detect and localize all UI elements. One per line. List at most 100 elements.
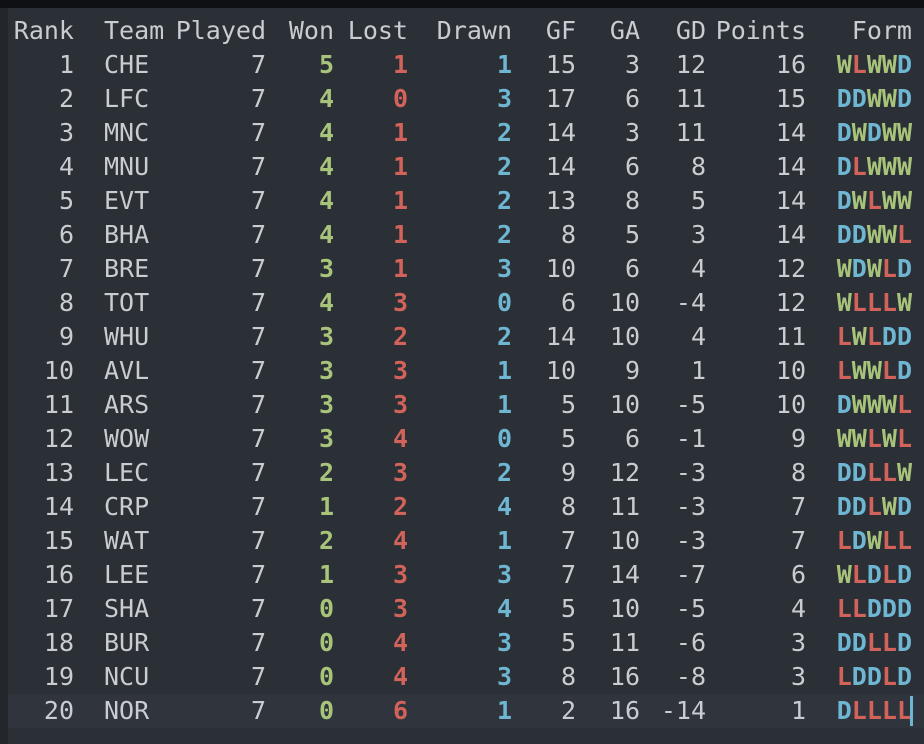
cell-ga: 10 [609, 526, 640, 555]
header-gd: GD [675, 16, 706, 45]
cell-lost: 1 [392, 118, 408, 147]
table-row[interactable]: 4 MNU 7 4 1 2 14 6 8 14 DLWWW [8, 150, 924, 184]
cell-lost: 4 [392, 424, 408, 453]
form-result: W [881, 492, 897, 521]
cell-team: TOT [104, 288, 150, 317]
cell-played: 7 [250, 220, 266, 249]
table-row[interactable]: 15 WAT 7 2 4 1 7 10 -3 7 LDWLL [8, 524, 924, 558]
cell-gf: 17 [545, 84, 576, 113]
cell-points: 10 [775, 390, 806, 419]
cell-ga: 3 [624, 50, 640, 79]
cell-gf: 10 [545, 356, 576, 385]
table-row[interactable]: 20 NOR 7 0 6 1 2 16 -14 1 DLLLL [8, 694, 924, 728]
form-result: W [851, 424, 867, 453]
form-result: L [866, 424, 882, 453]
cell-ga: 5 [624, 220, 640, 249]
form-result: L [896, 220, 912, 249]
cell-team: LEC [104, 458, 150, 487]
table-row[interactable]: 9 WHU 7 3 2 2 14 10 4 11 LWLDD [8, 320, 924, 354]
form-result: L [851, 696, 867, 725]
table-row[interactable]: 6 BHA 7 4 1 2 8 5 3 14 DDWWL [8, 218, 924, 252]
table-row[interactable]: 1 CHE 7 5 1 1 15 3 12 16 WLWWD [8, 48, 924, 82]
cell-drawn: 2 [496, 220, 512, 249]
form-result: W [866, 526, 882, 555]
form-result: D [836, 186, 852, 215]
table-row[interactable]: 2 LFC 7 4 0 3 17 6 11 15 DDWWD [8, 82, 924, 116]
cell-won: 3 [318, 254, 334, 283]
cell-gf: 6 [560, 288, 576, 317]
table-row[interactable]: 7 BRE 7 3 1 3 10 6 4 12 WDWLD [8, 252, 924, 286]
cell-points: 8 [790, 458, 806, 487]
form-result: D [866, 560, 882, 589]
table-row[interactable]: 12 WOW 7 3 4 0 5 6 -1 9 WWLWL [8, 422, 924, 456]
cell-drawn: 0 [496, 424, 512, 453]
form-result: D [836, 152, 852, 181]
form-result: W [851, 390, 867, 419]
cell-gf: 9 [560, 458, 576, 487]
table-row[interactable]: 16 LEE 7 1 3 3 7 14 -7 6 WLDLD [8, 558, 924, 592]
form-result: W [881, 424, 897, 453]
cell-lost: 1 [392, 186, 408, 215]
cell-won: 4 [318, 152, 334, 181]
table-row[interactable]: 19 NCU 7 0 4 3 8 16 -8 3 LDDLD [8, 660, 924, 694]
cell-gd: 4 [690, 322, 706, 351]
cell-gf: 5 [560, 628, 576, 657]
table-row[interactable]: 8 TOT 7 4 3 0 6 10 -4 12 WLLLW [8, 286, 924, 320]
cell-gf: 7 [560, 526, 576, 555]
header-drawn: Drawn [436, 16, 512, 45]
cell-lost: 3 [392, 560, 408, 589]
cell-form: WDWLD [816, 252, 912, 286]
cell-team: MNU [104, 152, 150, 181]
table-row[interactable]: 14 CRP 7 1 2 4 8 11 -3 7 DDLWD [8, 490, 924, 524]
cell-gd: 3 [690, 220, 706, 249]
cell-gd: -8 [675, 662, 706, 691]
form-result: W [836, 50, 852, 79]
cell-rank: 1 [58, 50, 74, 79]
form-result: D [881, 322, 897, 351]
cell-gd: 1 [690, 356, 706, 385]
cell-won: 4 [318, 186, 334, 215]
cell-lost: 4 [392, 526, 408, 555]
form-result: L [881, 458, 897, 487]
cell-ga: 8 [624, 186, 640, 215]
table-row[interactable]: 5 EVT 7 4 1 2 13 8 5 14 DWLWW [8, 184, 924, 218]
form-result: D [851, 526, 867, 555]
form-result: W [881, 84, 897, 113]
cell-won: 3 [318, 390, 334, 419]
form-result: W [896, 118, 912, 147]
form-result: W [896, 458, 912, 487]
form-result: W [896, 288, 912, 317]
cell-lost: 1 [392, 254, 408, 283]
cell-team: NCU [104, 662, 150, 691]
cell-points: 14 [775, 186, 806, 215]
form-result: L [881, 662, 897, 691]
form-result: L [851, 560, 867, 589]
cell-ga: 10 [609, 288, 640, 317]
table-row[interactable]: 10 AVL 7 3 3 1 10 9 1 10 LWWLD [8, 354, 924, 388]
form-result: L [851, 50, 867, 79]
form-result: D [851, 492, 867, 521]
cell-rank: 12 [43, 424, 74, 453]
form-result: D [836, 84, 852, 113]
table-row[interactable]: 3 MNC 7 4 1 2 14 3 11 14 DWDWW [8, 116, 924, 150]
cell-form: WWLWL [816, 422, 912, 456]
cell-drawn: 1 [496, 50, 512, 79]
form-result: L [866, 288, 882, 317]
table-row[interactable]: 17 SHA 7 0 3 4 5 10 -5 4 LLDDD [8, 592, 924, 626]
cell-team: BRE [104, 254, 150, 283]
table-row[interactable]: 11 ARS 7 3 3 1 5 10 -5 10 DWWWL [8, 388, 924, 422]
form-result: D [896, 356, 912, 385]
table-row[interactable]: 13 LEC 7 2 3 2 9 12 -3 8 DDLLW [8, 456, 924, 490]
form-result: D [851, 84, 867, 113]
cell-played: 7 [250, 186, 266, 215]
left-edge-gutter [0, 8, 8, 744]
cell-won: 4 [318, 84, 334, 113]
cell-gd: -3 [675, 492, 706, 521]
cell-rank: 7 [58, 254, 74, 283]
cell-form: DDLWD [816, 490, 912, 524]
cell-team: CHE [104, 50, 150, 79]
cell-rank: 3 [58, 118, 74, 147]
form-result: W [836, 254, 852, 283]
cell-lost: 3 [392, 390, 408, 419]
table-row[interactable]: 18 BUR 7 0 4 3 5 11 -6 3 DDLLD [8, 626, 924, 660]
